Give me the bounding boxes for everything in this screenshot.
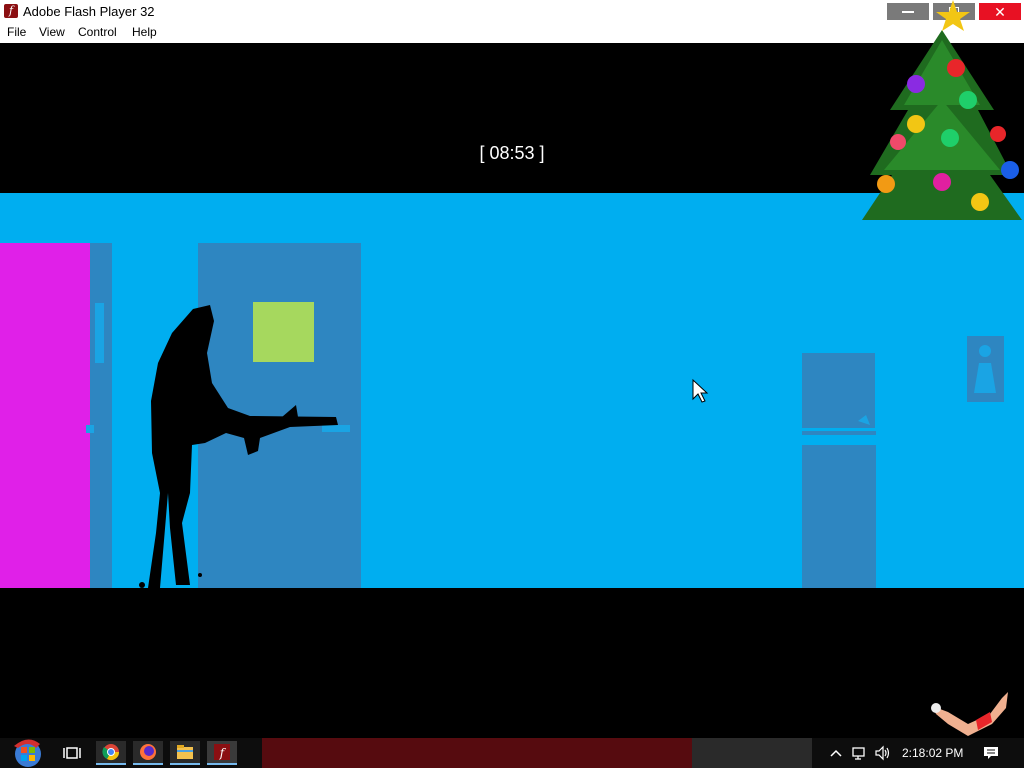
- notification-icon[interactable]: [983, 745, 999, 761]
- firefox-button[interactable]: [133, 741, 163, 765]
- star-icon: [936, 0, 970, 31]
- taskbar-wallpaper-band: [262, 738, 692, 768]
- start-button[interactable]: [8, 739, 46, 767]
- door-handle: [86, 425, 94, 433]
- decorative-figure-icon: [931, 692, 1008, 736]
- network-icon[interactable]: [851, 745, 867, 761]
- chrome-icon: [102, 744, 120, 761]
- task-view-icon: [63, 747, 81, 759]
- cabinet-bottom: [802, 445, 876, 588]
- magenta-door: [0, 243, 90, 588]
- flash-app-icon: f: [4, 4, 18, 18]
- restroom-sign-head: [979, 345, 991, 357]
- start-icon: [14, 739, 41, 767]
- firefox-icon: [140, 744, 156, 760]
- menu-help[interactable]: Help: [132, 25, 157, 39]
- window-title: Adobe Flash Player 32: [23, 4, 155, 19]
- door-handle-right: [322, 425, 350, 432]
- door-frame: [90, 243, 112, 588]
- menu-control[interactable]: Control: [78, 25, 117, 39]
- file-explorer-icon: [177, 745, 193, 759]
- christmas-tree-icon: [862, 0, 1022, 220]
- file-explorer-button[interactable]: [170, 741, 200, 765]
- cabinet-divider: [802, 431, 876, 435]
- chrome-button[interactable]: [96, 741, 126, 765]
- game-scene-art: [0, 243, 1004, 588]
- chevron-up-icon[interactable]: [828, 745, 844, 761]
- flash-player-button[interactable]: f: [207, 741, 237, 765]
- volume-icon[interactable]: [874, 745, 890, 761]
- game-scene: [0, 193, 1024, 588]
- taskbar-clock[interactable]: 2:18:02 PM: [902, 746, 963, 760]
- menu-file[interactable]: File: [7, 25, 26, 39]
- task-view-button[interactable]: [57, 741, 87, 765]
- flash-player-icon: f: [214, 744, 230, 760]
- green-door-window: [253, 302, 314, 362]
- taskbar: f 2:18:02 PM: [0, 738, 1024, 768]
- taskbar-wallpaper-band-2: [692, 738, 812, 768]
- door-window-slit: [95, 303, 104, 363]
- menu-view[interactable]: View: [39, 25, 65, 39]
- mouse-cursor-icon: [692, 378, 709, 403]
